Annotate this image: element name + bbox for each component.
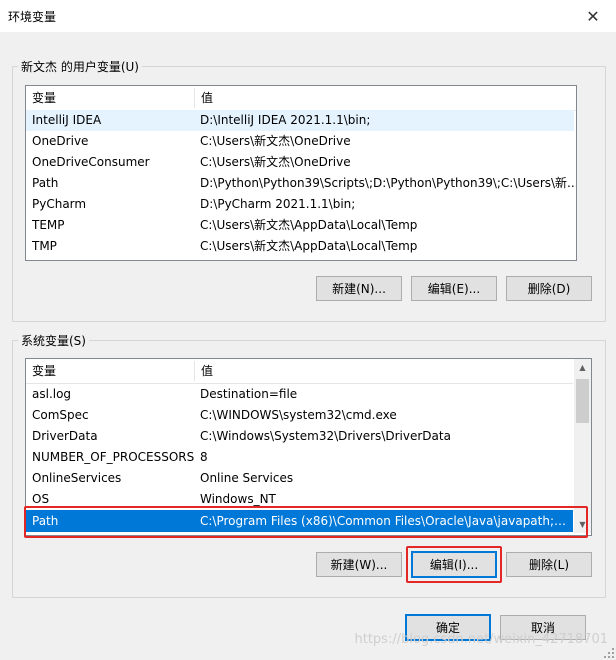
list-item[interactable]: DriverData C:\Windows\System32\Drivers\Dr… <box>26 426 573 447</box>
user-variables-list[interactable]: 变量 值 IntelliJ IDEA D:\IntelliJ IDEA 2021.… <box>25 85 577 261</box>
list-item[interactable]: asl.log Destination=file <box>26 384 573 405</box>
system-new-button[interactable]: 新建(W)... <box>316 552 402 577</box>
user-variables-label: 新文杰 的用户变量(U) <box>18 58 142 75</box>
system-variables-label: 系统变量(S) <box>18 332 89 349</box>
watermark: https://blog.csdn.net/weixin_42718701 <box>354 632 608 647</box>
list-item[interactable]: OneDriveConsumer C:\Users\新文杰\OneDrive <box>26 152 574 173</box>
window-title: 环境变量 <box>8 10 57 24</box>
column-header-value[interactable]: 值 <box>195 359 573 383</box>
list-item[interactable]: TMP C:\Users\新文杰\AppData\Local\Temp <box>26 236 574 257</box>
user-new-button[interactable]: 新建(N)... <box>316 276 402 301</box>
list-item[interactable]: IntelliJ IDEA D:\IntelliJ IDEA 2021.1.1\b… <box>26 110 574 131</box>
system-delete-button[interactable]: 删除(L) <box>506 552 592 577</box>
column-header-variable[interactable]: 变量 <box>26 86 194 110</box>
list-item[interactable]: PyCharm D:\PyCharm 2021.1.1\bin; <box>26 194 574 215</box>
list-item[interactable]: ComSpec C:\WINDOWS\system32\cmd.exe <box>26 405 573 426</box>
highlight-box-path-row <box>24 506 588 538</box>
scroll-thumb[interactable] <box>576 379 589 423</box>
user-delete-button[interactable]: 删除(D) <box>506 276 592 301</box>
user-edit-button[interactable]: 编辑(E)... <box>411 276 497 301</box>
list-header: 变量 值 <box>26 86 576 111</box>
column-header-value[interactable]: 值 <box>195 86 575 110</box>
column-header-variable[interactable]: 变量 <box>26 359 194 383</box>
list-item[interactable]: Path D:\Python\Python39\Scripts\;D:\Pytho… <box>26 173 576 194</box>
resize-grip-icon[interactable] <box>604 648 614 658</box>
list-item[interactable]: NUMBER_OF_PROCESSORS 8 <box>26 447 573 468</box>
scroll-up-icon[interactable]: ▲ <box>574 359 591 376</box>
list-item[interactable]: OnlineServices Online Services <box>26 468 573 489</box>
list-header: 变量 值 <box>26 359 573 384</box>
list-item[interactable]: TEMP C:\Users\新文杰\AppData\Local\Temp <box>26 215 574 236</box>
list-item[interactable]: OneDrive C:\Users\新文杰\OneDrive <box>26 131 574 152</box>
close-icon[interactable]: ✕ <box>570 0 616 32</box>
system-edit-button[interactable]: 编辑(I)... <box>411 551 497 578</box>
title-bar: 环境变量 ✕ <box>0 0 616 32</box>
